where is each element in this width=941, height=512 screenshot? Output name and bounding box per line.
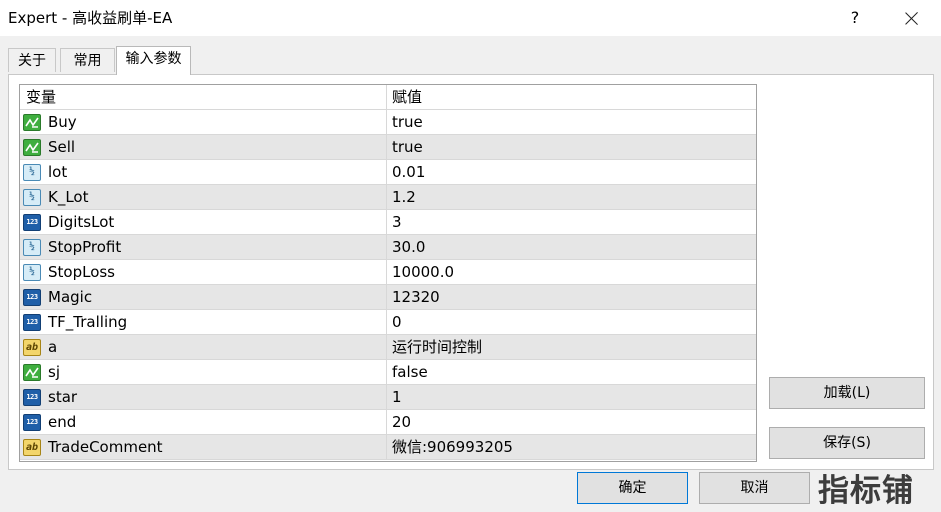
variable-name: Buy	[48, 113, 77, 131]
table-row[interactable]: sj false	[20, 360, 756, 385]
variable-name: a	[48, 338, 58, 356]
variable-name: TF_Tralling	[48, 313, 128, 331]
cancel-button[interactable]: 取消	[699, 472, 810, 504]
help-button[interactable]: ?	[842, 5, 868, 31]
title-bar: Expert - 高收益刷单-EA ?	[0, 0, 941, 36]
variable-name: star	[48, 388, 78, 406]
table-row[interactable]: 123 TF_Tralling 0	[20, 310, 756, 335]
close-icon[interactable]	[898, 5, 926, 31]
table-row[interactable]: ½ K_Lot 1.2	[20, 185, 756, 210]
variable-name: lot	[48, 163, 68, 181]
value-cell[interactable]: 1	[392, 385, 756, 409]
save-button[interactable]: 保存(S)	[769, 427, 925, 459]
grid-header: 变量 赋值	[20, 85, 756, 110]
table-row[interactable]: ½ StopLoss 10000.0	[20, 260, 756, 285]
window-title: Expert - 高收益刷单-EA	[8, 9, 173, 27]
bool-type-icon	[23, 364, 41, 381]
double-type-icon: ½	[23, 164, 41, 181]
table-row[interactable]: Sell true	[20, 135, 756, 160]
double-type-icon: ½	[23, 239, 41, 256]
variable-name: StopLoss	[48, 263, 116, 281]
double-type-icon: ½	[23, 189, 41, 206]
variable-cell: ab a	[20, 335, 387, 359]
table-row[interactable]: 123 star 1	[20, 385, 756, 410]
table-row[interactable]: ½ lot 0.01	[20, 160, 756, 185]
variable-name: K_Lot	[48, 188, 89, 206]
load-button[interactable]: 加载(L)	[769, 377, 925, 409]
variable-cell: sj	[20, 360, 387, 384]
table-row[interactable]: ½ StopProfit 30.0	[20, 235, 756, 260]
header-value: 赋值	[392, 88, 423, 106]
variable-cell: ½ K_Lot	[20, 185, 387, 209]
variable-name: DigitsLot	[48, 213, 115, 231]
value-cell[interactable]: 0	[392, 310, 756, 334]
variable-cell: Sell	[20, 135, 387, 159]
variable-cell: ½ StopProfit	[20, 235, 387, 259]
tab-input-params[interactable]: 输入参数	[116, 46, 191, 75]
variable-cell: ½ StopLoss	[20, 260, 387, 284]
tab-about[interactable]: 关于	[8, 48, 56, 72]
bool-type-icon	[23, 139, 41, 156]
bool-type-icon	[23, 114, 41, 131]
variable-name: StopProfit	[48, 238, 122, 256]
variable-name: TradeComment	[48, 438, 163, 456]
variable-cell: ab TradeComment	[20, 435, 387, 459]
double-type-icon: ½	[23, 264, 41, 281]
table-row[interactable]: 123 DigitsLot 3	[20, 210, 756, 235]
variable-name: end	[48, 413, 77, 431]
variable-cell: 123 DigitsLot	[20, 210, 387, 234]
table-row[interactable]: 123 end 20	[20, 410, 756, 435]
variable-name: Magic	[48, 288, 93, 306]
parameters-grid: 变量 赋值 Buy true Sell true ½ lot 0.01 ½ K_Lot 1.2 12…	[19, 84, 757, 462]
variable-cell: 123 end	[20, 410, 387, 434]
ok-button[interactable]: 确定	[577, 472, 688, 504]
value-cell[interactable]: 12320	[392, 285, 756, 309]
variable-name: Sell	[48, 138, 76, 156]
int-type-icon: 123	[23, 389, 41, 406]
value-cell[interactable]: 20	[392, 410, 756, 434]
int-type-icon: 123	[23, 314, 41, 331]
watermark-logo: 指标铺	[818, 473, 914, 509]
table-row[interactable]: ab TradeComment 微信:906993205	[20, 435, 756, 460]
value-cell[interactable]: false	[392, 360, 756, 384]
string-type-icon: ab	[23, 439, 41, 456]
value-cell[interactable]: true	[392, 110, 756, 134]
variable-cell: 123 star	[20, 385, 387, 409]
value-cell[interactable]: 1.2	[392, 185, 756, 209]
value-cell[interactable]: 微信:906993205	[392, 435, 756, 459]
value-cell[interactable]: 0.01	[392, 160, 756, 184]
tab-common[interactable]: 常用	[60, 48, 115, 72]
value-cell[interactable]: 10000.0	[392, 260, 756, 284]
variable-name: sj	[48, 363, 60, 381]
table-row[interactable]: ab a 运行时间控制	[20, 335, 756, 360]
variable-cell: ½ lot	[20, 160, 387, 184]
grid-rows: Buy true Sell true ½ lot 0.01 ½ K_Lot 1.2 123 Digit…	[20, 110, 756, 460]
table-row[interactable]: Buy true	[20, 110, 756, 135]
value-cell[interactable]: true	[392, 135, 756, 159]
value-cell[interactable]: 运行时间控制	[392, 335, 756, 359]
int-type-icon: 123	[23, 414, 41, 431]
variable-cell: Buy	[20, 110, 387, 134]
value-cell[interactable]: 3	[392, 210, 756, 234]
variable-cell: 123 TF_Tralling	[20, 310, 387, 334]
int-type-icon: 123	[23, 214, 41, 231]
int-type-icon: 123	[23, 289, 41, 306]
variable-cell: 123 Magic	[20, 285, 387, 309]
string-type-icon: ab	[23, 339, 41, 356]
value-cell[interactable]: 30.0	[392, 235, 756, 259]
table-row[interactable]: 123 Magic 12320	[20, 285, 756, 310]
header-variable: 变量	[26, 88, 57, 106]
